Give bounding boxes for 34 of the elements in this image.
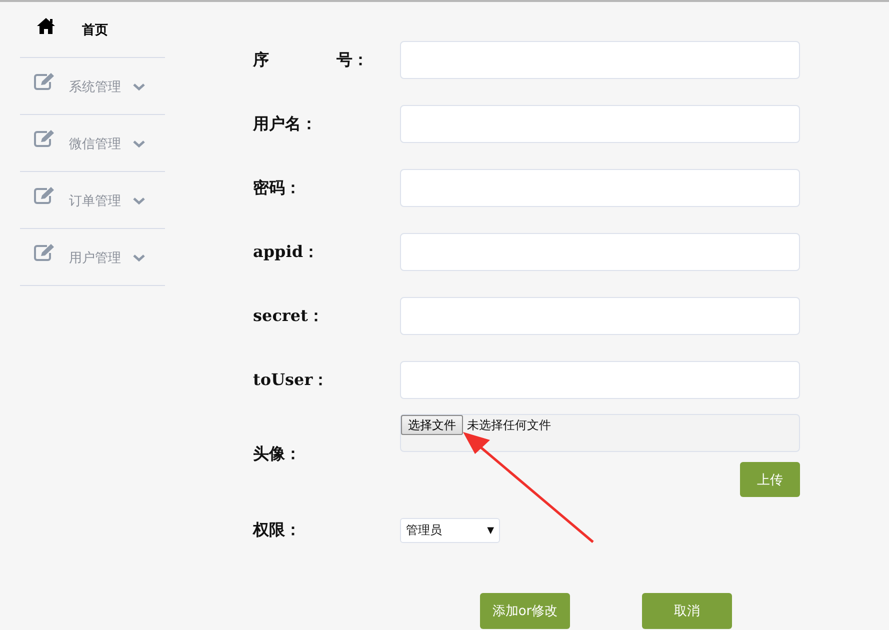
edit-icon [34, 243, 57, 262]
upload-button[interactable]: 上传 [740, 462, 800, 497]
input-field[interactable] [400, 169, 800, 207]
input-field[interactable] [400, 105, 800, 143]
sidebar-item[interactable]: 用户管理 [20, 229, 165, 286]
field-label: 序 号： [253, 50, 370, 70]
field-label: 权限： [253, 520, 302, 541]
choose-file-button[interactable]: 选择文件 [401, 415, 463, 435]
input-field[interactable] [400, 361, 800, 399]
submit-button[interactable]: 添加or修改 [480, 593, 570, 629]
sidebar-item[interactable]: 订单管理 [20, 172, 165, 229]
edit-icon [34, 129, 57, 148]
sidebar-item[interactable]: 微信管理 [20, 115, 165, 172]
chevron-down-icon [133, 254, 145, 262]
field-label: toUser： [253, 370, 330, 390]
home-icon [36, 17, 56, 35]
file-status: 未选择任何文件 [467, 417, 551, 434]
field-label: 密码： [253, 178, 302, 198]
field-label: secret： [253, 306, 325, 326]
input-field[interactable] [400, 297, 800, 335]
sidebar-item[interactable]: 系统管理 [20, 58, 165, 115]
edit-icon [34, 186, 57, 205]
chevron-down-icon [133, 140, 145, 148]
input-field[interactable] [400, 233, 800, 271]
field-label: appid： [253, 242, 320, 262]
field-label: 头像： [253, 444, 302, 465]
home-link[interactable]: 首页 [82, 21, 108, 39]
role-select[interactable]: 管理员 ▼ [400, 518, 500, 543]
field-label: 用户名： [253, 114, 318, 134]
edit-icon [34, 72, 57, 91]
chevron-down-icon [133, 197, 145, 205]
cancel-button[interactable]: 取消 [642, 593, 732, 629]
chevron-down-icon [133, 83, 145, 91]
input-field[interactable] [400, 41, 800, 79]
